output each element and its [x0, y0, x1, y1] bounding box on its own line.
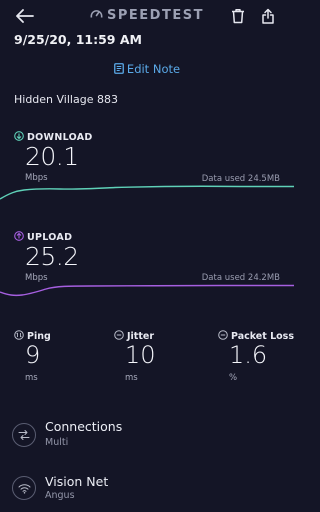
packet-loss-value: 1.6 [229, 341, 268, 369]
connections-subtitle: Multi [45, 437, 69, 448]
provider-row[interactable]: Vision Net Angus [0, 468, 294, 508]
top-bar: SPEEDTEST [0, 0, 294, 34]
connections-title: Connections [45, 419, 123, 434]
download-value: 20.1 [25, 142, 79, 171]
ping-unit: ms [25, 373, 38, 383]
app-title-text: SPEEDTEST [107, 8, 204, 23]
app-title: SPEEDTEST [0, 8, 294, 23]
upload-value: 25.2 [25, 242, 79, 271]
jitter-value: 10 [125, 341, 156, 369]
connections-arrows-icon [12, 423, 36, 447]
edit-note-link[interactable]: Edit Note [0, 62, 294, 77]
wifi-icon [12, 476, 36, 500]
ping-icon [14, 330, 24, 343]
result-timestamp: 9/25/20, 11:59 AM [14, 32, 142, 47]
connections-row[interactable]: Connections Multi [0, 414, 294, 454]
speedtest-logo-icon [90, 8, 103, 23]
server-name: Hidden Village 883 [14, 93, 118, 106]
jitter-icon [114, 330, 124, 343]
upload-graph [0, 284, 294, 297]
share-icon[interactable] [258, 6, 278, 26]
trash-icon[interactable] [228, 6, 248, 26]
note-icon [114, 62, 124, 77]
provider-subtitle: Angus [45, 490, 75, 501]
ping-value: 9 [25, 341, 41, 369]
provider-title: Vision Net [45, 474, 109, 489]
edit-note-label: Edit Note [126, 62, 181, 76]
jitter-unit: ms [125, 373, 138, 383]
packet-loss-icon [218, 330, 228, 343]
upload-arrow-icon [14, 231, 24, 244]
download-arrow-icon [14, 131, 24, 144]
packet-loss-unit: % [229, 373, 238, 383]
download-graph [0, 185, 294, 200]
